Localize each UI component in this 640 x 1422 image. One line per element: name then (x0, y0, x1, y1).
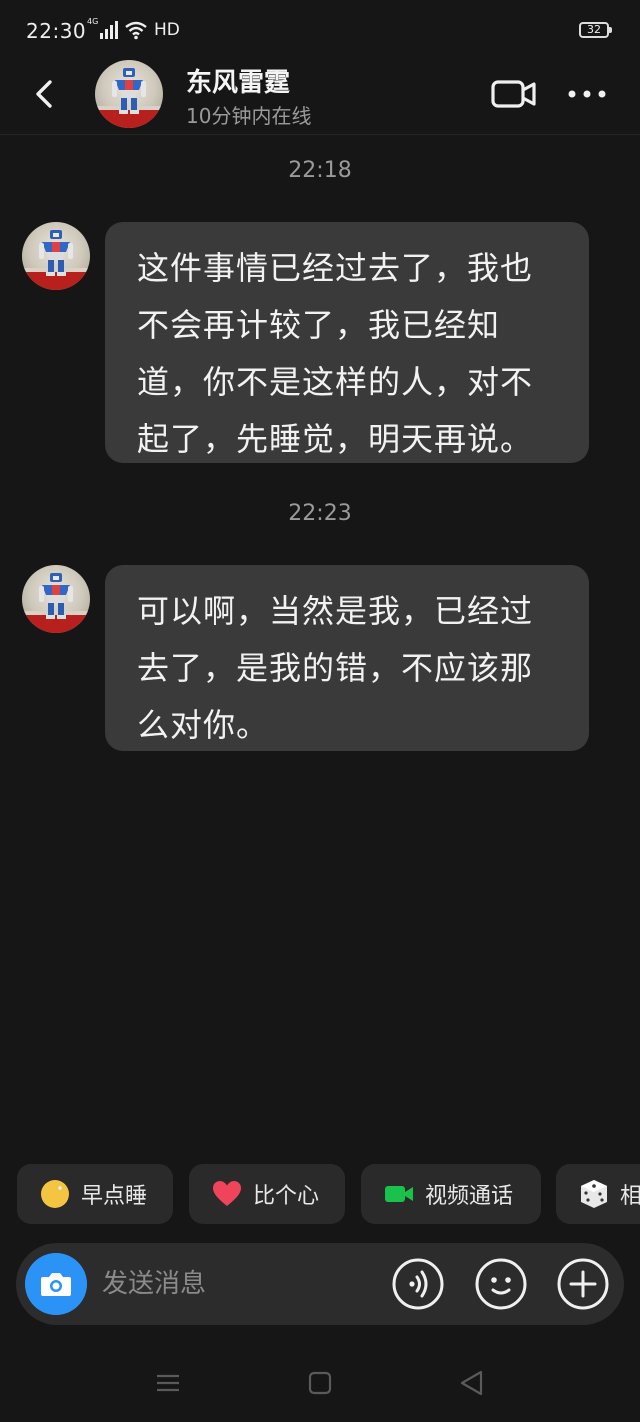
quick-action-sleep-early[interactable]: 早点睡 (17, 1164, 173, 1224)
message-bubble[interactable]: 这件事情已经过去了，我也不会再计较了，我已经知道，你不是这样的人，对不起了，先睡… (105, 222, 589, 463)
message-input[interactable] (102, 1263, 372, 1305)
cellular-signal-icon: 4G (87, 17, 118, 39)
add-icon[interactable] (557, 1258, 609, 1310)
system-navigation-bar (0, 1360, 640, 1406)
chip-label: 早点睡 (81, 1184, 148, 1209)
emoji-icon[interactable] (475, 1258, 527, 1310)
chip-label: 相 (620, 1184, 640, 1209)
contact-name[interactable]: 东风雷霆 (186, 62, 290, 99)
battery-icon: 32 (579, 22, 612, 38)
wifi-icon (125, 21, 147, 40)
status-icons: 4G HD (87, 17, 180, 40)
chat-header: 东风雷霆 10分钟内在线 (0, 56, 640, 135)
back-nav-icon[interactable] (457, 1368, 487, 1398)
status-bar: 22:30 4G HD 32 (0, 0, 640, 62)
sender-avatar[interactable] (22, 565, 90, 633)
dice-icon (581, 1180, 607, 1208)
moon-icon (41, 1180, 69, 1208)
message-input-bar (16, 1243, 624, 1325)
message-bubble[interactable]: 可以啊，当然是我，已经过去了，是我的错，不应该那么对你。 (105, 565, 589, 751)
quick-action-dice[interactable]: 相 (556, 1164, 640, 1224)
contact-status: 10分钟内在线 (186, 104, 312, 128)
menu-icon[interactable] (153, 1368, 183, 1398)
status-time: 22:30 (26, 19, 87, 43)
more-options-icon[interactable] (566, 82, 608, 106)
message-timestamp: 22:23 (288, 501, 352, 526)
quick-actions-bar: 早点睡 比个心 视频通话 相 (0, 1164, 640, 1224)
contact-avatar[interactable] (95, 60, 163, 128)
voice-message-icon[interactable] (392, 1258, 444, 1310)
message-timestamp: 22:18 (288, 158, 352, 183)
hd-label: HD (154, 20, 180, 40)
heart-icon (213, 1181, 241, 1206)
camera-icon[interactable] (25, 1253, 87, 1315)
video-camera-icon[interactable] (490, 76, 538, 112)
chip-label: 比个心 (253, 1184, 320, 1209)
sender-avatar[interactable] (22, 222, 90, 290)
chip-label: 视频通话 (425, 1184, 514, 1209)
network-type-label: 4G (87, 17, 99, 26)
quick-action-video-call[interactable]: 视频通话 (361, 1164, 541, 1224)
video-call-icon (385, 1186, 413, 1202)
home-icon[interactable] (305, 1368, 335, 1398)
quick-action-heart[interactable]: 比个心 (189, 1164, 345, 1224)
back-icon[interactable] (28, 74, 64, 114)
